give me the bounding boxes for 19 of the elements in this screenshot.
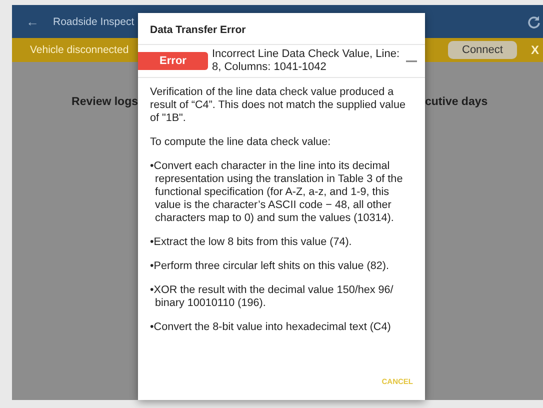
- step-text: •Convert each character in the line into its decimal representation using the translation in Table 3 of the functional specification (for A-Z, a-z, and 1-9, this value is the character’s ASCII code − 48, all other characters map to 0) and sum the values (10314).: [150, 160, 404, 225]
- close-button[interactable]: X: [530, 43, 539, 57]
- error-message: Incorrect Line Data Check Value, Line: 8, Columns: 1041-1042: [212, 48, 401, 74]
- step-text: •XOR the result with the decimal value 150/hex 96/ binary 10010110 (196).: [150, 284, 394, 310]
- description-text: To compute the line data check value:: [150, 136, 332, 149]
- banner-message: Vehicle disconnected: [30, 44, 129, 56]
- refresh-icon[interactable]: [527, 14, 541, 28]
- back-button[interactable]: ←: [26, 14, 39, 29]
- dialog-title: Data Transfer Error: [138, 13, 425, 45]
- page-heading: cutive days: [425, 96, 488, 108]
- error-badge: Error: [138, 52, 208, 70]
- step-text: •Extract the low 8 bits from this value (74).: [150, 236, 353, 249]
- connect-button[interactable]: Connect: [448, 41, 517, 59]
- collapse-icon[interactable]: [406, 60, 417, 62]
- description-text: Verification of the line data check value produced a result of “C4”. This does not match the supplied value of "1B".: [150, 86, 406, 125]
- page-heading: Review logs: [72, 96, 138, 108]
- step-text: •Perform three circular left shits on this value (82).: [150, 260, 390, 273]
- app-title: Roadside Inspect: [53, 16, 134, 28]
- step-text: •Convert the 8-bit value into hexadecimal text (C4): [150, 321, 392, 334]
